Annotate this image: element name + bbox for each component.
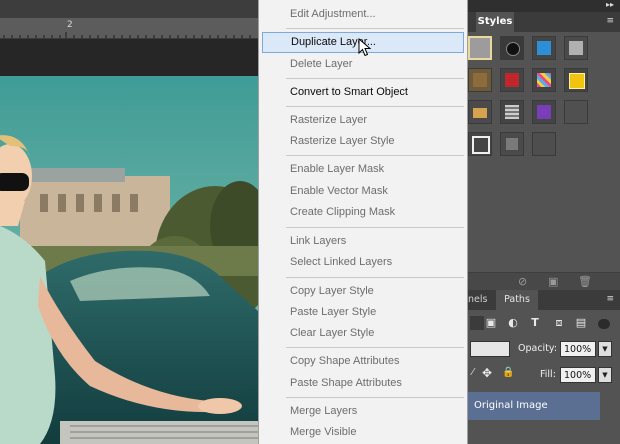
menu-item-paste-shape-attributes: Paste Shape Attributes <box>290 377 402 389</box>
opacity-dropdown-icon[interactable]: ▼ <box>598 341 612 357</box>
layer-filter-toolbar: ▣ ◐ T ⧈ ▤ <box>468 310 620 336</box>
ruler-mark: 2 <box>67 20 73 30</box>
canvas-pasteboard <box>0 39 258 76</box>
style-swatch[interactable] <box>532 132 556 156</box>
lock-all-icon[interactable]: 🔒 <box>502 367 514 378</box>
menu-separator <box>286 155 464 156</box>
menu-item-create-clipping-mask: Create Clipping Mask <box>290 206 396 218</box>
menu-separator <box>286 78 464 79</box>
menu-item-paste-layer-style: Paste Layer Style <box>290 306 377 318</box>
opacity-field[interactable]: 100% <box>560 341 596 357</box>
style-swatch[interactable] <box>532 100 556 124</box>
menu-item-edit-adjustment: Edit Adjustment... <box>290 8 376 20</box>
fill-field[interactable]: 100% <box>560 367 596 383</box>
clear-style-icon[interactable]: ⊘ <box>518 275 527 288</box>
menu-item-merge-visible: Merge Visible <box>290 426 357 438</box>
fill-row: ⁄ ✥ 🔒 Fill: 100% ▼ <box>468 364 620 386</box>
menu-separator <box>286 347 464 348</box>
fill-label: Fill: <box>540 369 556 380</box>
styles-grid <box>468 34 620 272</box>
style-swatch[interactable] <box>500 36 524 60</box>
menu-separator <box>286 106 464 107</box>
style-swatch[interactable] <box>500 132 524 156</box>
document-tab-bar <box>0 0 258 19</box>
menu-item-enable-layer-mask: Enable Layer Mask <box>290 163 385 175</box>
horizontal-ruler: 2 <box>0 18 258 39</box>
menu-item-link-layers: Link Layers <box>290 235 347 247</box>
menu-separator <box>286 28 464 29</box>
shape-filter-icon[interactable]: ⧈ <box>552 316 566 330</box>
opacity-row: Opacity: 100% ▼ <box>468 338 620 360</box>
opacity-label: Opacity: <box>518 343 558 354</box>
lock-pixels-icon[interactable]: ⁄ <box>472 367 474 378</box>
blend-mode-dropdown[interactable] <box>470 341 510 357</box>
style-swatch[interactable] <box>468 68 492 92</box>
image-filter-icon[interactable]: ▣ <box>484 316 498 330</box>
tab-channels[interactable]: nels <box>468 290 496 310</box>
menu-item-select-linked-layers: Select Linked Layers <box>290 256 393 268</box>
menu-item-copy-layer-style: Copy Layer Style <box>290 285 374 297</box>
panel-collapse-bar: ▸▸ <box>468 0 620 12</box>
layer-name: Original Image <box>474 400 548 411</box>
tab-paths[interactable]: Paths <box>496 290 538 310</box>
panel-menu-icon[interactable]: ≡ <box>606 294 614 304</box>
style-swatch[interactable] <box>564 100 588 124</box>
style-swatch[interactable] <box>500 68 524 92</box>
style-swatch[interactable] <box>564 68 588 92</box>
mouse-cursor-icon <box>358 38 372 57</box>
fill-dropdown-icon[interactable]: ▼ <box>598 367 612 383</box>
style-swatch[interactable] <box>564 36 588 60</box>
menu-item-rasterize-layer-style: Rasterize Layer Style <box>290 135 395 147</box>
style-swatch[interactable] <box>532 36 556 60</box>
trash-icon[interactable]: 🗑 <box>578 275 592 288</box>
menu-item-merge-layers: Merge Layers <box>290 405 358 417</box>
style-swatch[interactable] <box>500 100 524 124</box>
canvas-photo[interactable] <box>0 76 258 444</box>
style-swatch[interactable] <box>468 132 492 156</box>
filter-kind-dropdown[interactable] <box>470 316 484 330</box>
menu-separator <box>286 227 464 228</box>
panel-menu-icon[interactable]: ≡ <box>606 16 614 26</box>
menu-separator <box>286 277 464 278</box>
menu-separator <box>286 397 464 398</box>
menu-item-enable-vector-mask: Enable Vector Mask <box>290 185 388 197</box>
smart-object-filter-icon[interactable]: ▤ <box>574 316 588 330</box>
style-swatch[interactable] <box>468 100 492 124</box>
collapse-panels-icon[interactable]: ▸▸ <box>606 0 614 9</box>
new-style-icon[interactable]: ▣ <box>548 275 558 288</box>
styles-footer: ⊘ ▣ 🗑 <box>468 272 620 291</box>
photo-image <box>0 76 258 444</box>
ruler-ticks <box>3 32 251 38</box>
menu-item-clear-layer-style: Clear Layer Style <box>290 327 375 339</box>
adjustment-filter-icon[interactable]: ◐ <box>506 316 520 330</box>
menu-item-copy-shape-attributes: Copy Shape Attributes <box>290 355 400 367</box>
type-filter-icon[interactable]: T <box>528 316 542 330</box>
style-swatch[interactable] <box>532 68 556 92</box>
tab-styles[interactable]: Styles <box>476 12 514 32</box>
lock-position-icon[interactable]: ✥ <box>482 366 492 380</box>
filter-toggle[interactable] <box>598 319 610 329</box>
menu-item-convert-to-smart-object[interactable]: Convert to Smart Object <box>262 82 464 103</box>
menu-item-rasterize-layer: Rasterize Layer <box>290 114 368 126</box>
style-swatch[interactable] <box>468 36 492 60</box>
